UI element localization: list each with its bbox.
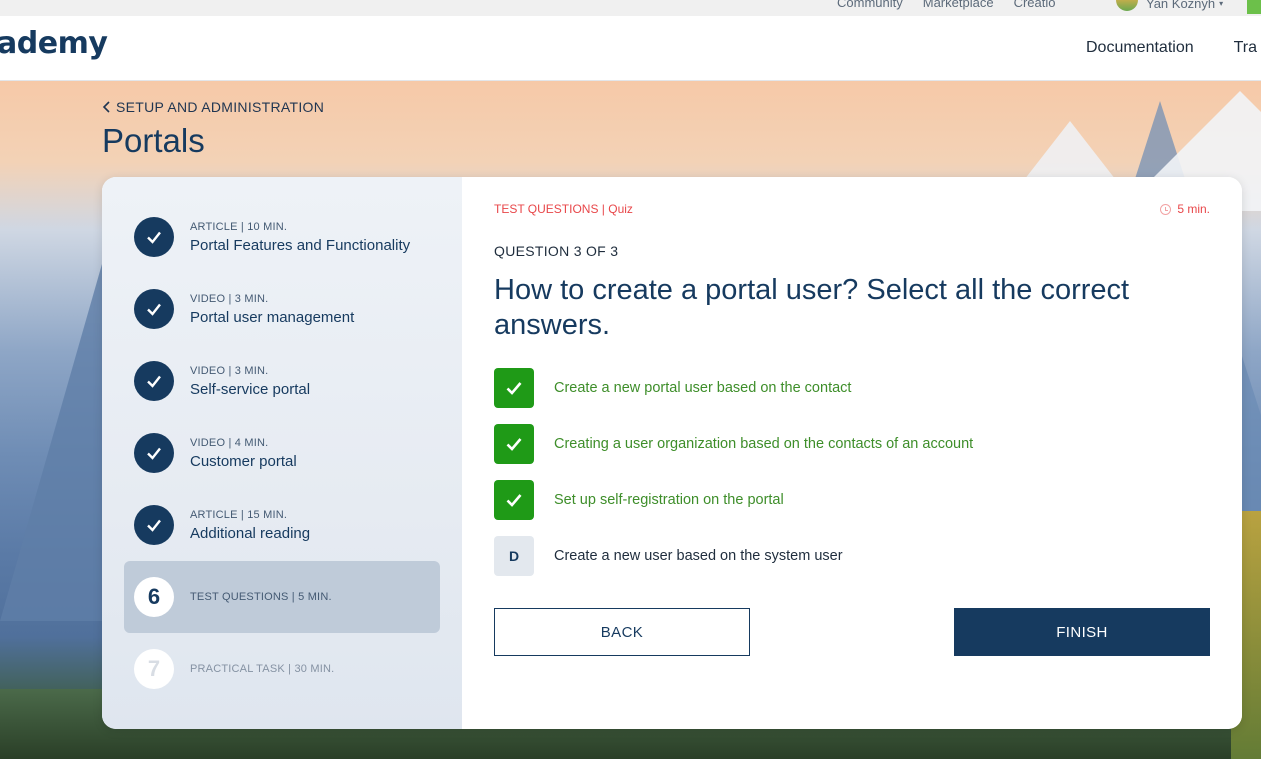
quiz-duration: 5 min. bbox=[1160, 202, 1210, 216]
chevron-left-icon bbox=[102, 101, 110, 113]
site-header: ademy Documentation Tra bbox=[0, 16, 1261, 81]
utility-links: Community Marketplace Creatio bbox=[837, 0, 1055, 10]
nav-documentation[interactable]: Documentation bbox=[1086, 39, 1194, 57]
step-meta: VIDEO | 4 MIN. bbox=[190, 436, 269, 449]
step-name: Portal Features and Functionality bbox=[190, 236, 411, 254]
nav-training[interactable]: Tra bbox=[1234, 39, 1257, 57]
question-text: How to create a portal user? Select all … bbox=[494, 274, 1130, 341]
page-title: Portals bbox=[102, 122, 205, 159]
logo[interactable]: ademy bbox=[0, 26, 108, 61]
check-circle-icon bbox=[134, 217, 174, 257]
step-name: Customer portal bbox=[190, 452, 297, 470]
main-nav: Documentation Tra bbox=[1086, 39, 1257, 57]
community-link[interactable]: Community bbox=[837, 0, 903, 10]
breadcrumb[interactable]: SETUP AND ADMINISTRATION bbox=[102, 99, 324, 115]
lesson-step-5[interactable]: ARTICLE | 15 MIN. Additional reading bbox=[124, 489, 440, 561]
answer-letter-box[interactable]: D bbox=[494, 536, 534, 576]
step-number: 6 bbox=[134, 577, 174, 617]
user-menu[interactable]: Yan Koznyh ▾ bbox=[1116, 0, 1223, 11]
notification-tab[interactable] bbox=[1247, 0, 1261, 14]
checkbox-checked[interactable] bbox=[494, 424, 534, 464]
step-name: Self-service portal bbox=[190, 380, 311, 398]
lesson-sidebar: ARTICLE | 10 MIN. Portal Features and Fun… bbox=[102, 177, 462, 729]
creatio-link[interactable]: Creatio bbox=[1014, 0, 1056, 10]
check-circle-icon bbox=[134, 289, 174, 329]
course-card: ARTICLE | 10 MIN. Portal Features and Fun… bbox=[102, 177, 1242, 729]
quiz-type-label: TEST QUESTIONS | Quiz bbox=[494, 202, 633, 216]
step-number: 7 bbox=[134, 649, 174, 689]
step-meta: TEST QUESTIONS | 5 MIN. bbox=[190, 591, 332, 603]
finish-button[interactable]: FINISH bbox=[954, 608, 1210, 656]
answer-text: Creating a user organization based on th… bbox=[554, 436, 974, 452]
utility-bar: Community Marketplace Creatio Yan Koznyh… bbox=[0, 0, 1261, 16]
back-button[interactable]: BACK bbox=[494, 608, 750, 656]
step-name: Portal user management bbox=[190, 308, 355, 326]
user-name: Yan Koznyh bbox=[1146, 0, 1216, 11]
step-meta: ARTICLE | 10 MIN. bbox=[190, 220, 288, 233]
answer-option-b[interactable]: Creating a user organization based on th… bbox=[494, 424, 1214, 464]
lesson-step-6[interactable]: 6 TEST QUESTIONS | 5 MIN. bbox=[124, 561, 440, 633]
check-icon bbox=[506, 494, 522, 507]
marketplace-link[interactable]: Marketplace bbox=[923, 0, 994, 10]
avatar bbox=[1116, 0, 1138, 11]
checkbox-checked[interactable] bbox=[494, 368, 534, 408]
step-meta: ARTICLE | 15 MIN. bbox=[190, 508, 288, 521]
checkbox-checked[interactable] bbox=[494, 480, 534, 520]
answer-option-d[interactable]: D Create a new user based on the system … bbox=[494, 536, 1214, 576]
check-icon bbox=[506, 438, 522, 451]
duration-text: 5 min. bbox=[1177, 202, 1210, 216]
lesson-step-7: 7 PRACTICAL TASK | 30 MIN. bbox=[124, 633, 440, 705]
clock-icon bbox=[1160, 203, 1172, 215]
check-icon bbox=[506, 382, 522, 395]
lesson-step-3[interactable]: VIDEO | 3 MIN. Self-service portal bbox=[124, 345, 440, 417]
breadcrumb-label: SETUP AND ADMINISTRATION bbox=[116, 99, 325, 115]
lesson-step-2[interactable]: VIDEO | 3 MIN. Portal user management bbox=[124, 273, 440, 345]
check-circle-icon bbox=[134, 433, 174, 473]
quiz-panel: TEST QUESTIONS | Quiz 5 min. QUESTION 3 … bbox=[462, 177, 1242, 729]
check-circle-icon bbox=[134, 361, 174, 401]
answer-text: Create a new portal user based on the co… bbox=[554, 380, 852, 396]
chevron-down-icon: ▾ bbox=[1219, 0, 1224, 8]
lesson-step-1[interactable]: ARTICLE | 10 MIN. Portal Features and Fun… bbox=[124, 201, 440, 273]
answer-option-a[interactable]: Create a new portal user based on the co… bbox=[494, 368, 1214, 408]
lesson-step-4[interactable]: VIDEO | 4 MIN. Customer portal bbox=[124, 417, 440, 489]
step-meta: VIDEO | 3 MIN. bbox=[190, 292, 269, 305]
step-meta: VIDEO | 3 MIN. bbox=[190, 364, 269, 377]
step-name: Additional reading bbox=[190, 524, 311, 542]
step-meta: PRACTICAL TASK | 30 MIN. bbox=[190, 663, 335, 675]
answer-text: Create a new user based on the system us… bbox=[554, 548, 843, 564]
answer-text: Set up self-registration on the portal bbox=[554, 492, 784, 508]
answer-option-c[interactable]: Set up self-registration on the portal bbox=[494, 480, 1214, 520]
check-circle-icon bbox=[134, 505, 174, 545]
question-counter: QUESTION 3 OF 3 bbox=[494, 243, 619, 259]
